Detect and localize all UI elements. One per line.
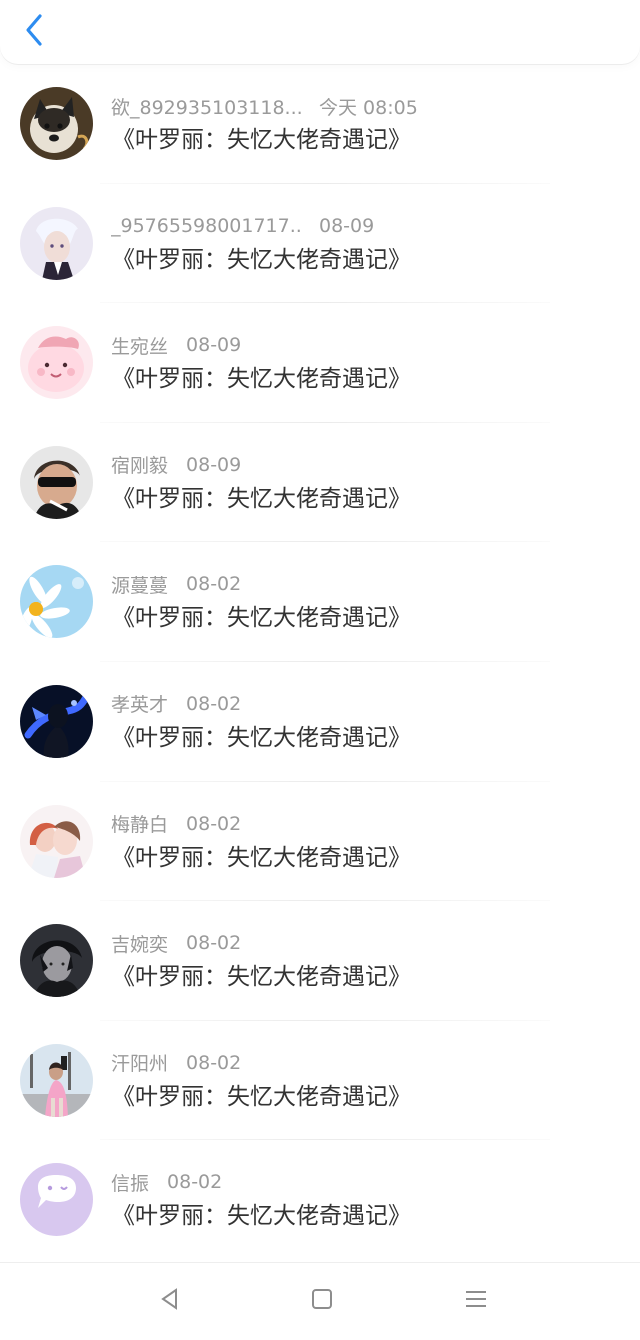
timestamp: 08-02: [167, 1171, 223, 1194]
triangle-back-icon: [161, 1288, 177, 1310]
book-title[interactable]: 《叶罗丽：失忆大佬奇遇记》: [112, 484, 411, 514]
avatar[interactable]: [20, 1163, 93, 1237]
timestamp: 08-02: [186, 812, 242, 835]
avatar[interactable]: [20, 1043, 93, 1117]
book-title[interactable]: 《叶罗丽：失忆大佬奇遇记》: [112, 603, 411, 633]
book-title[interactable]: 《叶罗丽：失忆大佬奇遇记》: [112, 1201, 411, 1231]
comment-meta: 汗阳州 08-02: [111, 1049, 241, 1077]
book-title[interactable]: 《叶罗丽：失忆大佬奇遇记》: [112, 723, 411, 753]
username[interactable]: 孝英才: [111, 690, 168, 717]
username[interactable]: 源蔓蔓: [111, 571, 168, 598]
username[interactable]: 欲_892935103118...: [111, 93, 301, 120]
avatar[interactable]: [20, 445, 93, 519]
username[interactable]: 梅静白: [111, 810, 168, 837]
list-item[interactable]: 孝英才 08-02 《叶罗丽：失忆大佬奇遇记》: [0, 662, 640, 782]
comment-meta: 生宛丝 08-09: [111, 331, 241, 359]
list-item[interactable]: 汗阳州 08-02 《叶罗丽：失忆大佬奇遇记》: [0, 1021, 640, 1141]
comment-meta: 孝英才 08-02: [111, 690, 241, 718]
system-home-button[interactable]: [308, 1285, 336, 1313]
list-item[interactable]: 梅静白 08-02 《叶罗丽：失忆大佬奇遇记》: [0, 782, 640, 902]
list-item[interactable]: _95765598001717... 08-09 《叶罗丽：失忆大佬奇遇记》: [0, 184, 640, 304]
comment-meta: 梅静白 08-02: [111, 810, 241, 838]
list-item[interactable]: 吉婉奕 08-02 《叶罗丽：失忆大佬奇遇记》: [0, 901, 640, 1021]
timestamp: 08-02: [186, 1051, 242, 1074]
top-bar: [0, 0, 640, 64]
comment-list-screen: 欲_892935103118... 今天 08:05 《叶罗丽：失忆大佬奇遇记》: [0, 0, 640, 1340]
username[interactable]: 汗阳州: [111, 1049, 168, 1076]
timestamp: 今天 08:05: [319, 96, 418, 119]
system-navigation-bar: [0, 1262, 640, 1340]
comment-meta: 源蔓蔓 08-02: [111, 570, 241, 598]
book-title[interactable]: 《叶罗丽：失忆大佬奇遇记》: [112, 364, 411, 394]
avatar[interactable]: [20, 87, 93, 160]
square-home-icon: [312, 1289, 332, 1309]
username[interactable]: 宿刚毅: [111, 451, 168, 478]
timestamp: 08-02: [186, 573, 242, 596]
book-title[interactable]: 《叶罗丽：失忆大佬奇遇记》: [112, 125, 411, 155]
avatar[interactable]: [20, 206, 93, 280]
list-item[interactable]: 生宛丝 08-09 《叶罗丽：失忆大佬奇遇记》: [0, 303, 640, 423]
comment-meta: 信振 08-02: [111, 1168, 222, 1196]
list-item[interactable]: 信振 08-02 《叶罗丽：失忆大佬奇遇记》: [0, 1140, 640, 1259]
username[interactable]: _95765598001717...: [111, 215, 301, 237]
timestamp: 08-02: [186, 932, 242, 955]
list-item[interactable]: 宿刚毅 08-09 《叶罗丽：失忆大佬奇遇记》: [0, 423, 640, 543]
list-item[interactable]: 欲_892935103118... 今天 08:05 《叶罗丽：失忆大佬奇遇记》: [0, 64, 640, 184]
comment-meta: 欲_892935103118... 今天 08:05: [111, 92, 418, 120]
book-title[interactable]: 《叶罗丽：失忆大佬奇遇记》: [112, 245, 411, 275]
comment-list: 欲_892935103118... 今天 08:05 《叶罗丽：失忆大佬奇遇记》: [0, 64, 640, 1259]
timestamp: 08-02: [186, 692, 242, 715]
comment-meta: 吉婉奕 08-02: [111, 929, 241, 957]
avatar[interactable]: [20, 565, 93, 639]
book-title[interactable]: 《叶罗丽：失忆大佬奇遇记》: [112, 962, 411, 992]
system-back-button[interactable]: [156, 1285, 184, 1313]
username[interactable]: 生宛丝: [111, 332, 168, 359]
timestamp: 08-09: [186, 334, 242, 357]
avatar[interactable]: [20, 804, 93, 878]
list-item[interactable]: 源蔓蔓 08-02 《叶罗丽：失忆大佬奇遇记》: [0, 542, 640, 662]
book-title[interactable]: 《叶罗丽：失忆大佬奇遇记》: [112, 1082, 411, 1112]
system-menu-button[interactable]: [462, 1285, 490, 1313]
avatar[interactable]: [20, 684, 93, 758]
username[interactable]: 信振: [111, 1169, 149, 1196]
avatar[interactable]: [20, 326, 93, 400]
back-button[interactable]: [16, 10, 52, 50]
timestamp: 08-09: [319, 214, 375, 237]
username[interactable]: 吉婉奕: [111, 930, 168, 957]
comment-meta: 宿刚毅 08-09: [111, 451, 241, 479]
avatar[interactable]: [20, 924, 93, 998]
comment-meta: _95765598001717... 08-09: [111, 212, 374, 240]
book-title[interactable]: 《叶罗丽：失忆大佬奇遇记》: [112, 843, 411, 873]
menu-lines-icon: [466, 1291, 486, 1307]
timestamp: 08-09: [186, 453, 242, 476]
chevron-left-icon: [26, 14, 42, 46]
